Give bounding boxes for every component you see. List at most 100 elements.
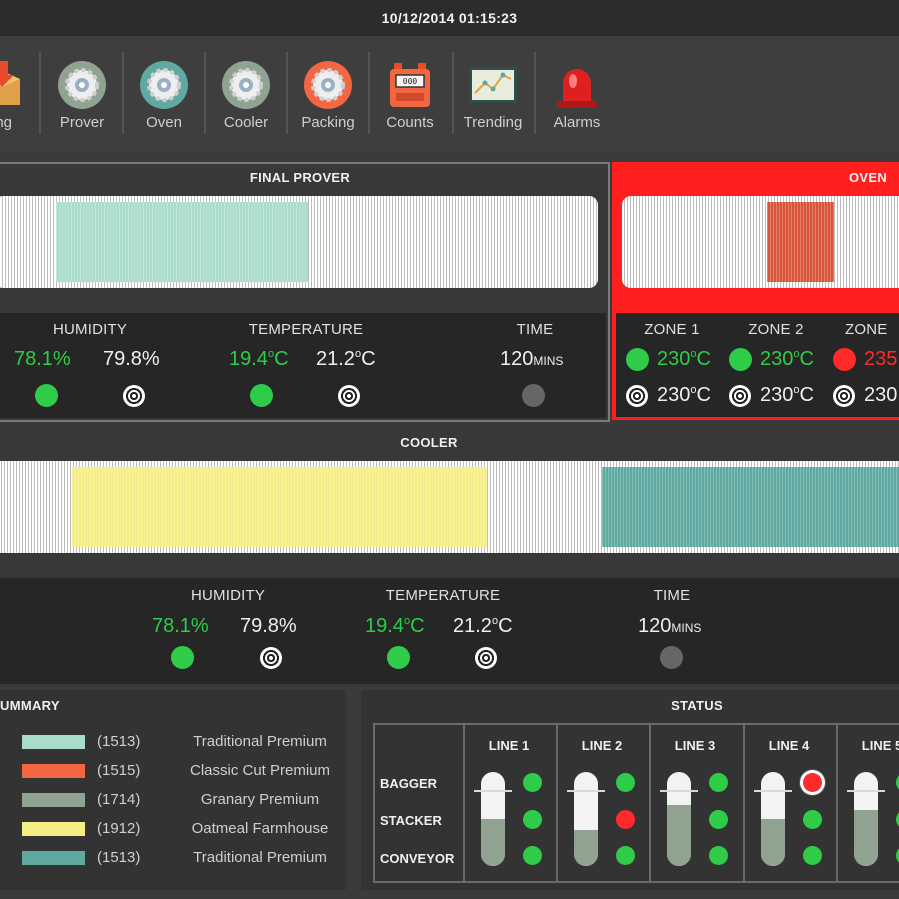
nav-label: Prover: [59, 114, 105, 131]
line-header: LINE 1: [488, 738, 530, 753]
zone-setpoint-temp: 230oC: [760, 384, 814, 406]
nav-label: Cooler: [223, 114, 269, 131]
line-header: LINE 5: [861, 738, 899, 753]
cooler-title: COOLER: [400, 435, 458, 450]
temperature-setpoint: 21.2oC: [453, 615, 513, 637]
nav-item-prover[interactable]: Prover: [42, 52, 122, 142]
humidity-setpoint: 79.8%: [240, 615, 297, 637]
row-label-stacker: STACKER: [380, 813, 442, 828]
temperature-setpoint-target-icon[interactable]: [475, 647, 497, 669]
line-level-gauge: [574, 772, 598, 866]
status-ok-indicator: [616, 846, 635, 865]
status-ok-indicator: [616, 773, 635, 792]
nav-item-ingredients[interactable]: ing: [0, 52, 42, 142]
nav-item-counts[interactable]: 000 Counts: [370, 52, 450, 142]
row-label-bagger: BAGGER: [380, 776, 438, 791]
temperature-setpoint: 21.2oC: [316, 348, 376, 370]
zone-setpoint-target-icon[interactable]: [626, 385, 648, 407]
line-header: LINE 4: [768, 738, 810, 753]
cooler-conveyor: [0, 461, 899, 553]
row-label-conveyor: CONVEYOR: [380, 851, 455, 866]
nav-item-trending[interactable]: Trending: [453, 52, 533, 142]
final-prover-conveyor: [0, 196, 598, 288]
legend-code: (1515): [97, 762, 141, 779]
line-level-fill: [574, 830, 598, 866]
temperature-label: TEMPERATURE: [248, 321, 364, 338]
product-segment: [72, 467, 487, 547]
nav-item-alarms[interactable]: Alarms: [537, 52, 617, 142]
temperature-actual: 19.4oC: [229, 348, 289, 370]
line-level-fill: [761, 819, 785, 866]
oven-conveyor: [622, 196, 899, 288]
counter-icon: 000: [390, 63, 430, 107]
temperature-setpoint-target-icon[interactable]: [338, 385, 360, 407]
legend-name: Oatmeal Farmhouse: [191, 820, 329, 837]
zone-setpoint-target-icon[interactable]: [729, 385, 751, 407]
legend-name: Granary Premium: [200, 791, 320, 808]
line-level-fill: [667, 804, 691, 866]
humidity-setpoint: 79.8%: [103, 348, 160, 370]
legend-code: (1513): [97, 733, 141, 750]
humidity-status-indicator: [171, 646, 194, 669]
date-time-display: 10/12/2014 01:15:23: [381, 10, 518, 26]
line-level-gauge: [667, 772, 691, 866]
status-alarm-indicator: [616, 810, 635, 829]
nav-label: Oven: [146, 114, 182, 131]
line-level-fill: [854, 809, 878, 866]
zone-alarm-indicator: [833, 348, 856, 371]
zone-actual-temp: 230oC: [760, 348, 814, 370]
humidity-actual: 78.1%: [152, 615, 209, 637]
time-value: 120MINS: [638, 615, 702, 637]
humidity-status-indicator: [35, 384, 58, 407]
product-segment: [56, 202, 308, 282]
zone-label: ZONE: [845, 321, 888, 338]
zone-label: ZONE 2: [748, 321, 804, 338]
time-value: 120MINS: [500, 348, 564, 370]
time-status-indicator: [660, 646, 683, 669]
svg-text:000: 000: [403, 77, 418, 86]
nav-divider: [39, 52, 41, 134]
time-label: TIME: [653, 587, 691, 604]
oven-gear-icon: [140, 61, 188, 109]
zone-actual-temp: 230oC: [657, 348, 711, 370]
zone-label: ZONE 1: [644, 321, 700, 338]
packing-gear-icon: [304, 61, 352, 109]
temperature-actual: 19.4oC: [365, 615, 425, 637]
status-ok-indicator: [803, 810, 822, 829]
zone-actual-temp: 235: [864, 348, 898, 370]
nav-item-oven[interactable]: Oven: [124, 52, 204, 142]
zone-setpoint-target-icon[interactable]: [833, 385, 855, 407]
prover-gear-icon: [58, 61, 106, 109]
status-ok-indicator: [523, 810, 542, 829]
status-ok-indicator: [523, 846, 542, 865]
trend-chart-icon: [469, 67, 517, 103]
nav-label: Alarms: [553, 114, 601, 131]
humidity-setpoint-target-icon[interactable]: [123, 385, 145, 407]
zone-setpoint-temp: 230oC: [657, 384, 711, 406]
nav-label: Packing: [301, 114, 355, 131]
alarm-beacon-icon: [557, 69, 597, 108]
status-ok-indicator: [709, 773, 728, 792]
line-level-marker: [847, 790, 885, 792]
status-ok-indicator: [709, 846, 728, 865]
status-alarm-indicator: [803, 773, 822, 792]
status-ok-indicator: [803, 846, 822, 865]
time-label: TIME: [516, 321, 554, 338]
nav-label: Trending: [463, 114, 523, 131]
zone-status-indicator: [626, 348, 649, 371]
status-title: STATUS: [671, 698, 723, 713]
legend-swatch: [22, 793, 85, 807]
temperature-label: TEMPERATURE: [385, 587, 501, 604]
product-segment: [602, 467, 899, 547]
humidity-setpoint-target-icon[interactable]: [260, 647, 282, 669]
status-ok-indicator: [523, 773, 542, 792]
final-prover-title: FINAL PROVER: [249, 170, 351, 185]
temperature-status-indicator: [387, 646, 410, 669]
nav-label: ing: [0, 114, 13, 131]
status-ok-indicator: [709, 810, 728, 829]
nav-item-packing[interactable]: Packing: [288, 52, 368, 142]
legend-code: (1714): [97, 791, 141, 808]
legend-swatch: [22, 764, 85, 778]
legend-name: Classic Cut Premium: [189, 762, 331, 779]
nav-item-cooler[interactable]: Cooler: [206, 52, 286, 142]
